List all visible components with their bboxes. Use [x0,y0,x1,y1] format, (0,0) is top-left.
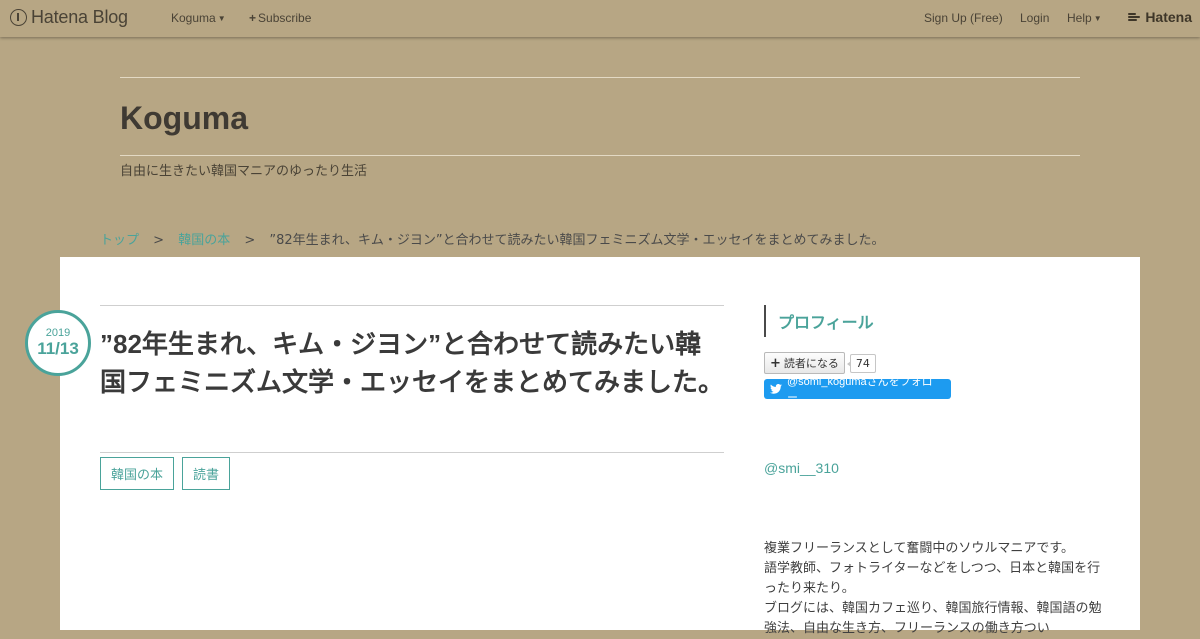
profile-heading: プロフィール [764,305,874,337]
breadcrumb-current: ”82年生まれ、キム・ジヨン”と合わせて読みたい韓国フェミニズム文学・エッセイを… [269,233,885,248]
header-divider-bottom [120,155,1080,156]
subscribe-button-label: 読者になる [783,357,839,370]
twitter-follow-button[interactable]: @somi_kogumaさんをフォロー [764,376,951,404]
hatena-wave-icon [1128,12,1142,22]
entry-categories: 韓国の本 読書 [100,457,231,490]
twitter-bird-icon [770,384,782,394]
profile-handle-link[interactable]: @smi__310 [764,460,839,476]
subscribe-widget: + 読者になる 74 [764,352,876,374]
blog-title[interactable]: Koguma [120,100,248,137]
subscribe-label: Subscribe [258,11,312,25]
profile-bio-line: 語学教師、フォトライターなどをしつつ、日本と韓国を行ったり来たり。 [764,561,1101,596]
subscribe-button[interactable]: + 読者になる [764,352,845,374]
entry-date-monthday: 11/13 [37,339,79,358]
profile-bio-line: 複業フリーランスとして奮闘中のソウルマニアです。 [764,541,1075,556]
help-label: Help [1067,11,1092,25]
twitter-follow-label: @somi_kogumaさんをフォロー [786,376,933,404]
entry-date-year: 2019 [45,327,71,339]
blog-description: 自由に生きたい韓国マニアのゆったり生活 [120,164,368,179]
hatena-brand-text: Hatena [1145,9,1192,25]
subscriber-count[interactable]: 74 [846,353,876,373]
plus-icon: + [249,11,257,25]
breadcrumb-separator: > [153,233,165,248]
hatena-brand-link[interactable]: Hatena [1128,9,1192,25]
subscribe-link[interactable]: + Subscribe [249,11,311,25]
category-tag[interactable]: 読書 [182,457,231,490]
entry-date-badge[interactable]: 2019 11/13 [25,310,91,376]
global-header: Hatena Blog Koguma ▼ + Subscribe Sign Up (… [0,0,1200,37]
breadcrumb: トップ > 韓国の本 > ”82年生まれ、キム・ジヨン”と合わせて読みたい韓国フ… [100,229,885,248]
category-tag[interactable]: 韓国の本 [100,457,175,490]
entry-divider-bottom [100,452,724,453]
blog-menu-dropdown[interactable]: Koguma ▼ [171,11,226,25]
help-dropdown[interactable]: Help ▼ [1067,11,1102,25]
caret-down-icon: ▼ [1093,14,1102,23]
header-divider-top [120,77,1080,78]
hatena-logo-icon [10,9,27,26]
profile-bio: 複業フリーランスとして奮闘中のソウルマニアです。 語学教師、フォトライターなどを… [764,539,1104,639]
blog-menu-label: Koguma [171,11,216,25]
login-link[interactable]: Login [1020,11,1049,25]
hatena-blog-logo[interactable]: Hatena Blog [10,7,128,28]
profile-bio-line: ブログには、韓国カフェ巡り、韓国旅行情報、韓国語の勉強法、自由な生き方、フリーラ… [764,601,1102,636]
entry-divider-top [100,305,724,306]
plus-icon: + [770,355,781,371]
logo-text: Hatena Blog [31,7,128,27]
caret-down-icon: ▼ [217,14,226,23]
entry-title[interactable]: ”82年生まれ、キム・ジヨン”と合わせて読みたい韓国フェミニズム文学・エッセイを… [100,325,724,401]
signup-link[interactable]: Sign Up (Free) [924,11,1003,25]
breadcrumb-separator: > [244,233,256,248]
breadcrumb-top-link[interactable]: トップ [100,233,139,248]
breadcrumb-category-link[interactable]: 韓国の本 [178,233,230,248]
